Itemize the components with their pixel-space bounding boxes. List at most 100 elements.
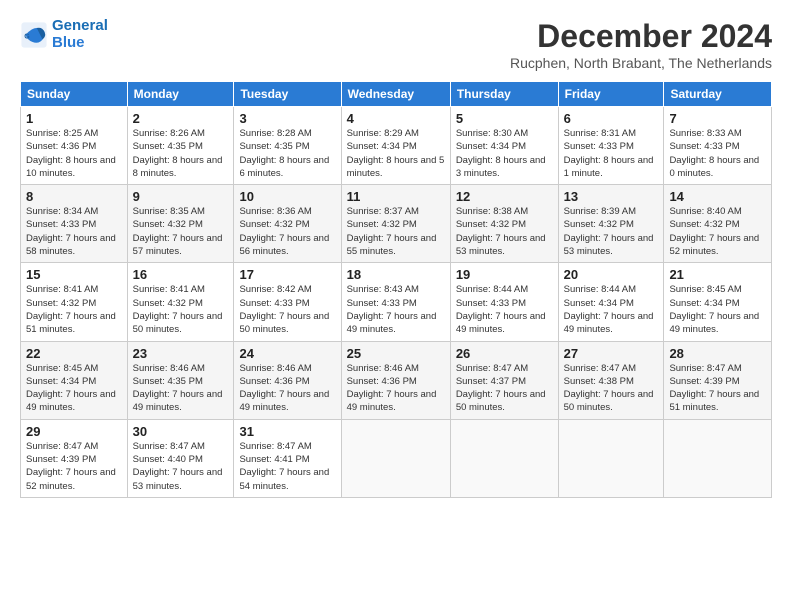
day-detail: Sunrise: 8:42 AM Sunset: 4:33 PM Dayligh… [239,283,335,336]
table-row: 21 Sunrise: 8:45 AM Sunset: 4:34 PM Dayl… [664,263,772,341]
day-number: 10 [239,189,335,204]
day-detail: Sunrise: 8:28 AM Sunset: 4:35 PM Dayligh… [239,127,335,180]
logo-line2: Blue [52,34,85,51]
location: Rucphen, North Brabant, The Netherlands [510,55,772,71]
table-row: 28 Sunrise: 8:47 AM Sunset: 4:39 PM Dayl… [664,341,772,419]
calendar-week-row: 8 Sunrise: 8:34 AM Sunset: 4:33 PM Dayli… [21,185,772,263]
day-detail: Sunrise: 8:47 AM Sunset: 4:40 PM Dayligh… [133,440,229,493]
table-row [558,419,664,497]
day-detail: Sunrise: 8:30 AM Sunset: 4:34 PM Dayligh… [456,127,553,180]
day-detail: Sunrise: 8:34 AM Sunset: 4:33 PM Dayligh… [26,205,122,258]
table-row [664,419,772,497]
table-row: 27 Sunrise: 8:47 AM Sunset: 4:38 PM Dayl… [558,341,664,419]
logo-text: General Blue [52,18,108,51]
day-detail: Sunrise: 8:45 AM Sunset: 4:34 PM Dayligh… [669,283,766,336]
day-detail: Sunrise: 8:41 AM Sunset: 4:32 PM Dayligh… [26,283,122,336]
header: G General Blue December 2024 Rucphen, No… [20,18,772,71]
header-thursday: Thursday [450,82,558,107]
day-detail: Sunrise: 8:29 AM Sunset: 4:34 PM Dayligh… [347,127,445,180]
day-number: 23 [133,346,229,361]
calendar-week-row: 29 Sunrise: 8:47 AM Sunset: 4:39 PM Dayl… [21,419,772,497]
table-row: 5 Sunrise: 8:30 AM Sunset: 4:34 PM Dayli… [450,107,558,185]
day-number: 6 [564,111,659,126]
table-row: 17 Sunrise: 8:42 AM Sunset: 4:33 PM Dayl… [234,263,341,341]
table-row: 12 Sunrise: 8:38 AM Sunset: 4:32 PM Dayl… [450,185,558,263]
table-row: 22 Sunrise: 8:45 AM Sunset: 4:34 PM Dayl… [21,341,128,419]
table-row: 14 Sunrise: 8:40 AM Sunset: 4:32 PM Dayl… [664,185,772,263]
table-row: 1 Sunrise: 8:25 AM Sunset: 4:36 PM Dayli… [21,107,128,185]
day-detail: Sunrise: 8:31 AM Sunset: 4:33 PM Dayligh… [564,127,659,180]
table-row: 11 Sunrise: 8:37 AM Sunset: 4:32 PM Dayl… [341,185,450,263]
table-row: 15 Sunrise: 8:41 AM Sunset: 4:32 PM Dayl… [21,263,128,341]
day-number: 5 [456,111,553,126]
table-row: 31 Sunrise: 8:47 AM Sunset: 4:41 PM Dayl… [234,419,341,497]
day-number: 20 [564,267,659,282]
svg-text:G: G [24,33,30,40]
calendar-week-row: 15 Sunrise: 8:41 AM Sunset: 4:32 PM Dayl… [21,263,772,341]
day-number: 27 [564,346,659,361]
table-row: 2 Sunrise: 8:26 AM Sunset: 4:35 PM Dayli… [127,107,234,185]
day-detail: Sunrise: 8:38 AM Sunset: 4:32 PM Dayligh… [456,205,553,258]
day-number: 22 [26,346,122,361]
day-number: 24 [239,346,335,361]
day-detail: Sunrise: 8:44 AM Sunset: 4:34 PM Dayligh… [564,283,659,336]
table-row: 19 Sunrise: 8:44 AM Sunset: 4:33 PM Dayl… [450,263,558,341]
day-detail: Sunrise: 8:43 AM Sunset: 4:33 PM Dayligh… [347,283,445,336]
day-number: 17 [239,267,335,282]
table-row: 6 Sunrise: 8:31 AM Sunset: 4:33 PM Dayli… [558,107,664,185]
table-row: 23 Sunrise: 8:46 AM Sunset: 4:35 PM Dayl… [127,341,234,419]
table-row: 4 Sunrise: 8:29 AM Sunset: 4:34 PM Dayli… [341,107,450,185]
table-row: 16 Sunrise: 8:41 AM Sunset: 4:32 PM Dayl… [127,263,234,341]
day-detail: Sunrise: 8:26 AM Sunset: 4:35 PM Dayligh… [133,127,229,180]
calendar-week-row: 22 Sunrise: 8:45 AM Sunset: 4:34 PM Dayl… [21,341,772,419]
day-number: 21 [669,267,766,282]
table-row: 10 Sunrise: 8:36 AM Sunset: 4:32 PM Dayl… [234,185,341,263]
table-row: 25 Sunrise: 8:46 AM Sunset: 4:36 PM Dayl… [341,341,450,419]
table-row: 29 Sunrise: 8:47 AM Sunset: 4:39 PM Dayl… [21,419,128,497]
page: G General Blue December 2024 Rucphen, No… [0,0,792,508]
day-detail: Sunrise: 8:46 AM Sunset: 4:36 PM Dayligh… [347,362,445,415]
day-number: 26 [456,346,553,361]
day-number: 3 [239,111,335,126]
table-row: 26 Sunrise: 8:47 AM Sunset: 4:37 PM Dayl… [450,341,558,419]
day-detail: Sunrise: 8:47 AM Sunset: 4:39 PM Dayligh… [669,362,766,415]
header-sunday: Sunday [21,82,128,107]
day-number: 28 [669,346,766,361]
day-detail: Sunrise: 8:47 AM Sunset: 4:38 PM Dayligh… [564,362,659,415]
day-number: 12 [456,189,553,204]
table-row: 8 Sunrise: 8:34 AM Sunset: 4:33 PM Dayli… [21,185,128,263]
day-number: 9 [133,189,229,204]
day-number: 15 [26,267,122,282]
table-row: 18 Sunrise: 8:43 AM Sunset: 4:33 PM Dayl… [341,263,450,341]
table-row: 20 Sunrise: 8:44 AM Sunset: 4:34 PM Dayl… [558,263,664,341]
day-number: 18 [347,267,445,282]
logo-icon: G [20,21,48,49]
day-detail: Sunrise: 8:35 AM Sunset: 4:32 PM Dayligh… [133,205,229,258]
day-detail: Sunrise: 8:40 AM Sunset: 4:32 PM Dayligh… [669,205,766,258]
table-row: 9 Sunrise: 8:35 AM Sunset: 4:32 PM Dayli… [127,185,234,263]
day-number: 8 [26,189,122,204]
table-row [341,419,450,497]
day-number: 30 [133,424,229,439]
month-title: December 2024 [510,18,772,55]
table-row: 7 Sunrise: 8:33 AM Sunset: 4:33 PM Dayli… [664,107,772,185]
day-detail: Sunrise: 8:39 AM Sunset: 4:32 PM Dayligh… [564,205,659,258]
day-detail: Sunrise: 8:36 AM Sunset: 4:32 PM Dayligh… [239,205,335,258]
day-number: 2 [133,111,229,126]
title-area: December 2024 Rucphen, North Brabant, Th… [510,18,772,71]
day-number: 13 [564,189,659,204]
day-number: 14 [669,189,766,204]
day-number: 31 [239,424,335,439]
day-detail: Sunrise: 8:47 AM Sunset: 4:39 PM Dayligh… [26,440,122,493]
header-wednesday: Wednesday [341,82,450,107]
header-monday: Monday [127,82,234,107]
header-saturday: Saturday [664,82,772,107]
day-number: 1 [26,111,122,126]
day-detail: Sunrise: 8:44 AM Sunset: 4:33 PM Dayligh… [456,283,553,336]
table-row [450,419,558,497]
day-detail: Sunrise: 8:33 AM Sunset: 4:33 PM Dayligh… [669,127,766,180]
day-detail: Sunrise: 8:46 AM Sunset: 4:36 PM Dayligh… [239,362,335,415]
day-detail: Sunrise: 8:37 AM Sunset: 4:32 PM Dayligh… [347,205,445,258]
day-number: 25 [347,346,445,361]
day-detail: Sunrise: 8:47 AM Sunset: 4:41 PM Dayligh… [239,440,335,493]
